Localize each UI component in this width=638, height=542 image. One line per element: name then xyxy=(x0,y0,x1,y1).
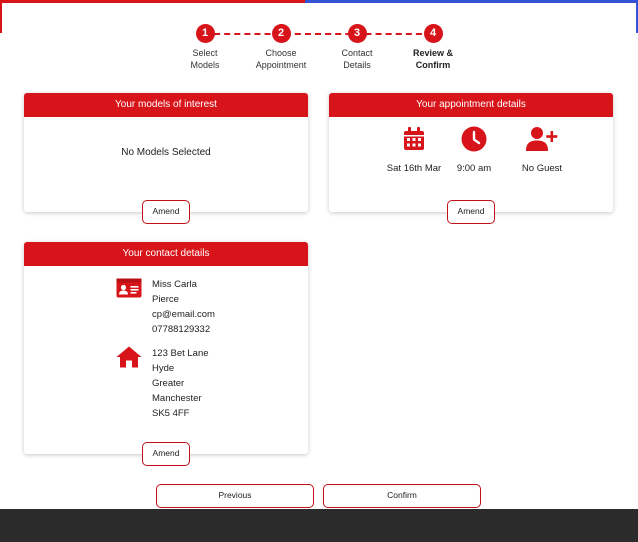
contact-name-line1: Miss Carla xyxy=(152,279,197,290)
step-contact-details[interactable]: 3 Contact Details xyxy=(327,24,387,71)
step-choose-appointment[interactable]: 2 Choose Appointment xyxy=(251,24,311,71)
footer-bar xyxy=(0,509,638,542)
appointment-time-text: 9:00 am xyxy=(456,163,492,174)
models-empty-message: No Models Selected xyxy=(121,147,211,158)
models-card: Your models of interest No Models Select… xyxy=(24,93,308,224)
appointment-guest-text: No Guest xyxy=(521,163,563,174)
id-card-icon xyxy=(116,278,142,303)
step-label: Review & Confirm xyxy=(403,47,463,71)
add-user-icon xyxy=(507,123,577,155)
contact-address: 123 Bet Lane Hyde Greater Manchester SK5… xyxy=(152,346,209,421)
contact-name-line2: Pierce xyxy=(152,294,179,305)
step-label: Contact Details xyxy=(327,47,387,71)
clock-icon xyxy=(439,123,509,155)
appointment-guest: No Guest xyxy=(507,123,577,174)
step-label-line1: Review & xyxy=(412,48,454,58)
step-review-confirm: 4 Review & Confirm xyxy=(403,24,463,71)
contact-card-title: Your contact details xyxy=(24,242,308,266)
step-label-line2: Models xyxy=(190,60,220,70)
step-number: 4 xyxy=(423,24,443,43)
home-icon xyxy=(116,346,142,373)
stepper-connector xyxy=(204,33,432,35)
amend-contact-button[interactable]: Amend xyxy=(142,442,190,466)
address-line: SK5 4FF xyxy=(152,408,190,419)
amend-appointment-button[interactable]: Amend xyxy=(447,200,495,224)
appointment-time: 9:00 am xyxy=(439,123,509,174)
appointment-card-title: Your appointment details xyxy=(329,93,613,117)
step-label-line2: Appointment xyxy=(255,60,307,70)
contact-person: Miss Carla Pierce cp@email.com 077881293… xyxy=(152,277,215,337)
address-line: Manchester xyxy=(152,393,202,404)
progress-stepper: 1 Select Models 2 Choose Appointment 3 C… xyxy=(175,24,465,72)
address-line: Greater xyxy=(152,378,185,389)
step-label-line1: Select xyxy=(192,48,218,58)
appointment-card: Your appointment details Sat 16th Mar 9:… xyxy=(329,93,613,224)
contact-email: cp@email.com xyxy=(152,309,215,320)
previous-button[interactable]: Previous xyxy=(156,484,314,508)
contact-phone: 07788129332 xyxy=(152,324,211,335)
step-label: Choose Appointment xyxy=(251,47,311,71)
step-label-line1: Contact xyxy=(341,48,373,58)
confirm-button[interactable]: Confirm xyxy=(323,484,481,508)
step-number: 2 xyxy=(271,24,291,43)
step-label-line2: Confirm xyxy=(415,60,451,70)
amend-models-button[interactable]: Amend xyxy=(142,200,190,224)
step-label-line1: Choose xyxy=(265,48,297,58)
step-number: 3 xyxy=(347,24,367,43)
address-line: 123 Bet Lane xyxy=(152,348,209,359)
appointment-details: Sat 16th Mar 9:00 am No Guest xyxy=(379,123,569,183)
models-card-title: Your models of interest xyxy=(24,93,308,117)
step-number: 1 xyxy=(195,24,215,43)
contact-card: Your contact details Miss Carla Pierce c… xyxy=(24,242,308,466)
step-label-line2: Details xyxy=(343,60,371,70)
step-label: Select Models xyxy=(175,47,235,71)
step-select-models[interactable]: 1 Select Models xyxy=(175,24,235,71)
address-line: Hyde xyxy=(152,363,175,374)
